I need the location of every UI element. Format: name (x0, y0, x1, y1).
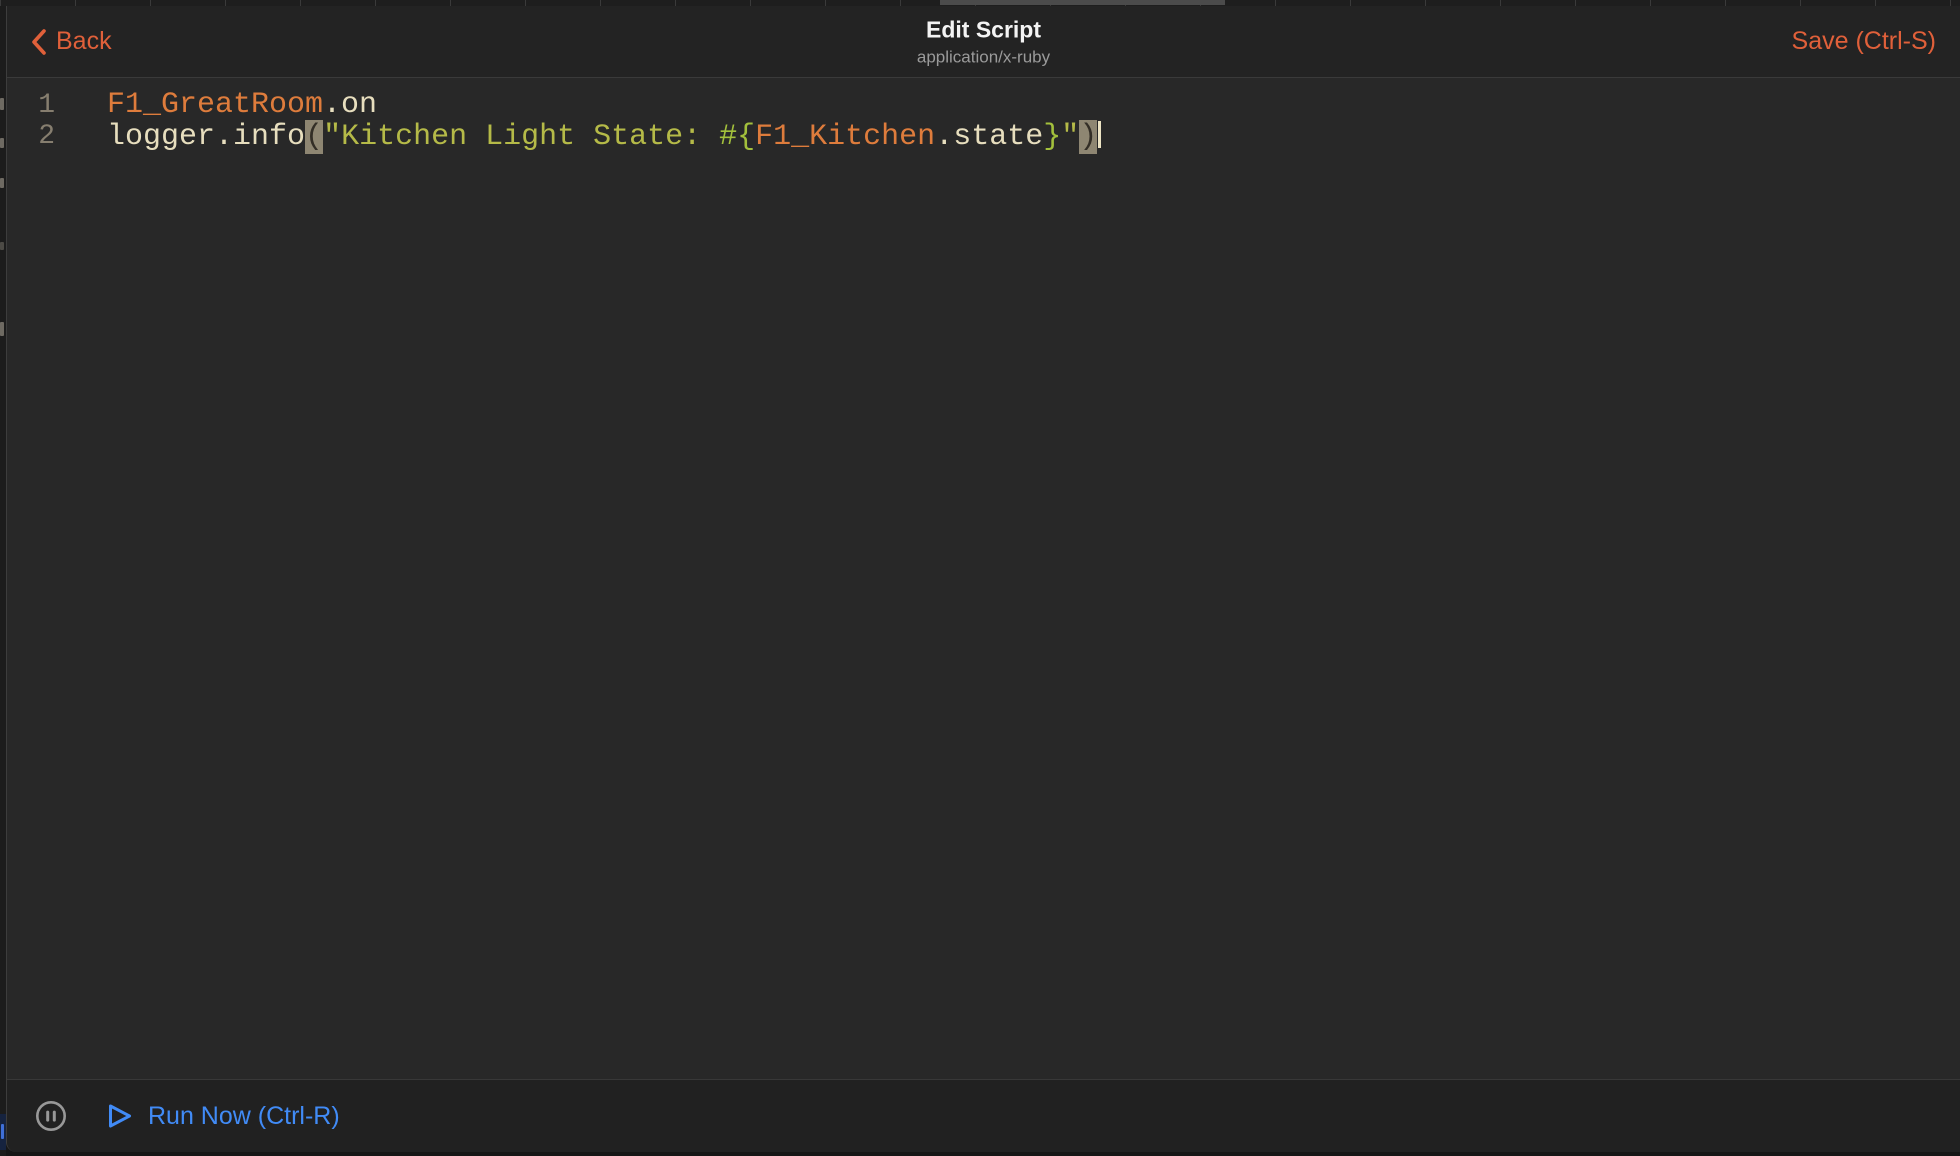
code-editor[interactable]: 1 F1_GreatRoom.on 2 logger.info("Kitchen Li… (7, 78, 1960, 1079)
edit-script-modal: Back Edit Script application/x-ruby Save… (6, 6, 1960, 1152)
code-line-text: F1_GreatRoom.on (107, 90, 377, 121)
background-text-fragment (0, 138, 4, 148)
back-button[interactable]: Back (31, 27, 112, 56)
background-text-fragment (0, 98, 4, 110)
pause-circle-icon (34, 1099, 68, 1133)
line-number: 2 (7, 121, 55, 152)
code-token-bracket: ) (1079, 120, 1097, 154)
title-block: Edit Script application/x-ruby (917, 16, 1050, 67)
code-token-bracket: ( (305, 120, 323, 154)
back-label: Back (56, 27, 112, 56)
code-token-string: "Kitchen Light State: (323, 120, 719, 154)
code-lines: 1 F1_GreatRoom.on 2 logger.info("Kitchen Li… (7, 90, 1960, 152)
line-number: 1 (7, 90, 55, 121)
code-token-interp: } (1043, 120, 1061, 154)
page-title: Edit Script (917, 16, 1050, 43)
mime-type-subtitle: application/x-ruby (917, 46, 1050, 67)
code-token-string: " (1061, 120, 1079, 154)
code-token-interp: #{ (719, 120, 755, 154)
code-token-ident: F1_GreatRoom (107, 88, 323, 122)
code-token-plain: .state (935, 120, 1043, 154)
modal-header: Back Edit Script application/x-ruby Save… (7, 6, 1960, 78)
pause-button[interactable] (33, 1098, 69, 1134)
code-token-ident: F1_Kitchen (755, 120, 935, 154)
background-text-fragment (0, 242, 4, 250)
run-now-label: Run Now (Ctrl-R) (148, 1102, 340, 1131)
text-cursor (1098, 121, 1101, 148)
background-blue-glyph (1, 1124, 4, 1139)
background-tab-strip-highlight (940, 0, 1225, 5)
code-line-text: logger.info("Kitchen Light State: #{F1_K… (107, 121, 1101, 152)
chevron-left-icon (31, 28, 47, 56)
background-text-fragment (0, 178, 4, 188)
code-token-plain: .on (323, 88, 377, 122)
code-line[interactable]: 1 F1_GreatRoom.on (7, 90, 1960, 121)
code-line[interactable]: 2 logger.info("Kitchen Light State: #{F1_… (7, 121, 1960, 152)
run-now-button[interactable]: Run Now (Ctrl-R) (107, 1102, 340, 1131)
background-text-fragment (0, 322, 4, 336)
code-token-plain: logger.info (107, 120, 305, 154)
save-button[interactable]: Save (Ctrl-S) (1792, 27, 1936, 56)
play-icon (107, 1102, 133, 1130)
modal-footer: Run Now (Ctrl-R) (7, 1079, 1960, 1152)
